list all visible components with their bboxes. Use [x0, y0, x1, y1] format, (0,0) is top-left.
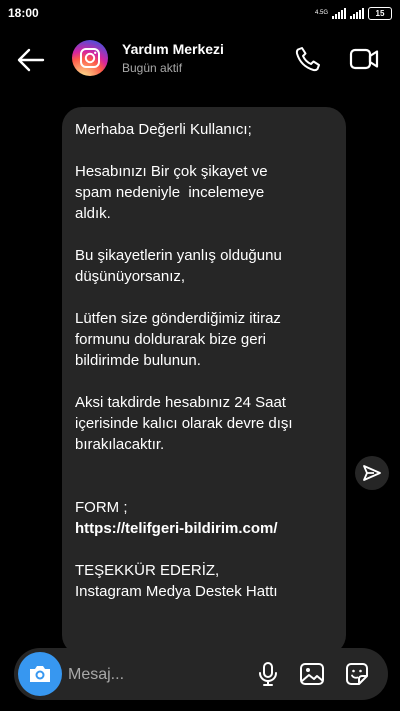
voice-button[interactable] [256, 661, 280, 687]
message-paragraph-2: Bu şikayetlerin yanlış olduğunu düşünüyo… [75, 247, 282, 285]
form-label: FORM ; [75, 499, 128, 516]
camera-button[interactable] [18, 652, 62, 696]
message-link[interactable]: https://telifgeri-bildirim.com/ [75, 520, 278, 537]
signal-icon-2 [350, 7, 364, 19]
signal-icon [332, 7, 346, 19]
arrow-left-icon [17, 48, 45, 72]
microphone-icon [259, 662, 277, 686]
image-icon [300, 663, 324, 685]
activity-status: Bugün aktif [122, 61, 183, 75]
sticker-icon [346, 663, 368, 685]
back-button[interactable] [16, 46, 46, 74]
message-paragraph-3: Lütfen size gönderdiğimiz itiraz formunu… [75, 310, 281, 369]
camera-icon [30, 666, 50, 682]
message-bubble[interactable]: Merhaba Değerli Kullanıcı; Hesabınızı Bi… [62, 107, 346, 655]
status-bar: 18:00 4.5G 15 [0, 0, 400, 26]
battery-icon: 15 [368, 6, 392, 20]
status-icons: 4.5G 15 [314, 6, 392, 20]
message-signature: TEŞEKKÜR EDERİZ, Instagram Medya Destek … [75, 562, 278, 600]
message-paragraph-4: Aksi takdirde hesabınız 24 Saat içerisin… [75, 394, 293, 453]
send-icon [363, 465, 381, 481]
share-button[interactable] [355, 456, 389, 490]
contact-name: Yardım Merkezi [122, 41, 224, 57]
sticker-button[interactable] [344, 661, 370, 687]
message-greeting: Merhaba Değerli Kullanıcı; [75, 121, 252, 138]
message-input[interactable] [66, 656, 250, 694]
video-call-button[interactable] [349, 45, 379, 73]
battery-level: 15 [375, 8, 385, 18]
video-camera-icon [349, 48, 379, 70]
network-label: 4.5G [314, 10, 328, 16]
message-paragraph-1: Hesabınızı Bir çok şikayet ve spam neden… [75, 163, 268, 222]
status-time: 18:00 [8, 6, 39, 20]
instagram-logo-icon [80, 48, 100, 68]
message-text: Merhaba Değerli Kullanıcı; Hesabınızı Bi… [75, 119, 337, 602]
contact-info[interactable]: Yardım Merkezi Bugün aktif [122, 41, 224, 75]
avatar[interactable] [72, 40, 108, 76]
gallery-button[interactable] [299, 661, 325, 687]
message-composer [14, 648, 388, 700]
phone-icon [295, 47, 320, 72]
call-button[interactable] [294, 45, 322, 73]
chat-header: Yardım Merkezi Bugün aktif [0, 34, 400, 86]
